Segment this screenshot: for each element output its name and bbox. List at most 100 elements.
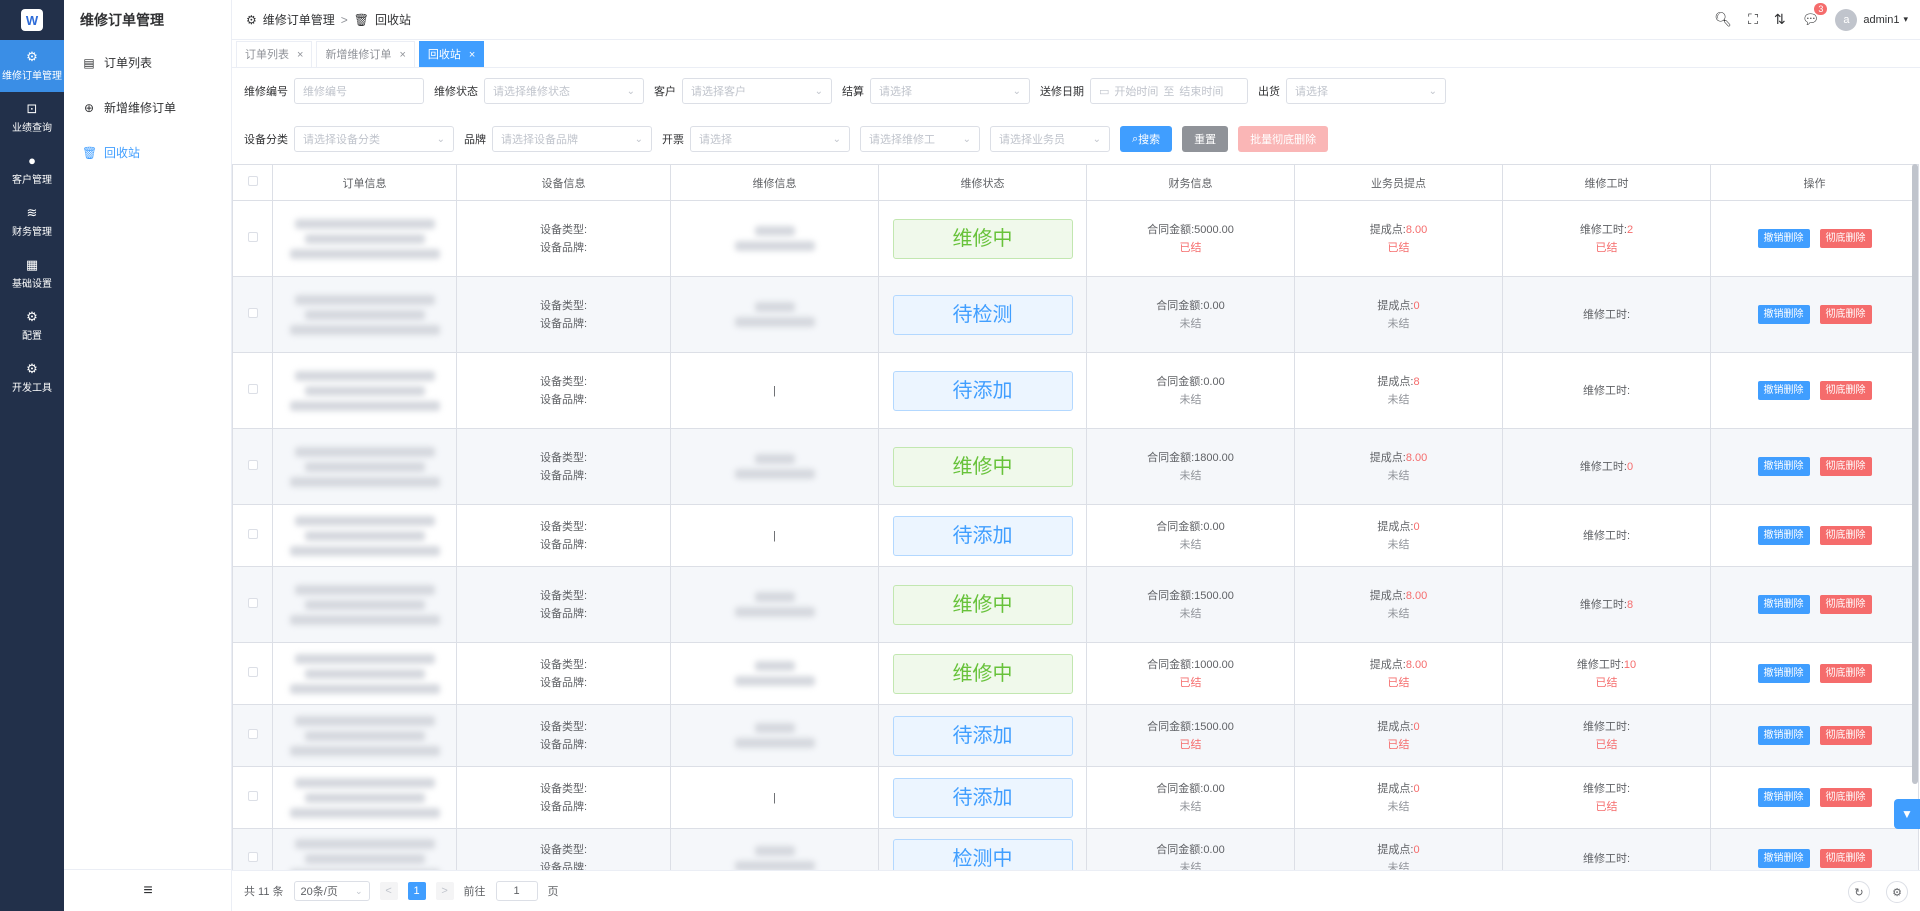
filter-input[interactable]: 请选择 ⌄ bbox=[690, 126, 850, 152]
message-icon[interactable]: 💬︎ 3 bbox=[1802, 3, 1828, 28]
commission-value: 8.00 bbox=[1405, 658, 1428, 671]
prev-page-button[interactable]: < bbox=[379, 882, 398, 900]
goto-page-input[interactable]: 1 bbox=[495, 881, 538, 901]
page-size-select[interactable]: 20条/页 ⌄ bbox=[293, 881, 370, 901]
contract-amount: 0.00 bbox=[1203, 375, 1225, 388]
row-checkbox[interactable] bbox=[247, 460, 258, 470]
rail-item[interactable]: ▦ 基础设置 bbox=[0, 248, 64, 300]
submenu-item[interactable]: ⊕ 新增维修订单 bbox=[64, 85, 231, 130]
select-all-checkbox[interactable] bbox=[247, 176, 258, 186]
permanent-delete-button[interactable]: 彻底删除 bbox=[1819, 305, 1872, 324]
layout-icon[interactable]: ⇅ bbox=[1774, 11, 1786, 28]
row-select-cell[interactable] bbox=[232, 766, 273, 829]
undo-delete-button[interactable]: 撤销删除 bbox=[1757, 664, 1810, 683]
user-menu[interactable]: a admin1 ▾ bbox=[1835, 8, 1908, 31]
undo-delete-button[interactable]: 撤销删除 bbox=[1757, 726, 1810, 745]
search-icon[interactable]: 🔍︎ bbox=[1714, 11, 1732, 28]
gear-icon: ⚙ bbox=[26, 49, 38, 64]
row-select-cell[interactable] bbox=[232, 828, 273, 870]
rail-item[interactable]: ⚙ 配置 bbox=[0, 300, 64, 352]
row-select-cell[interactable] bbox=[232, 276, 273, 353]
batch-delete-button[interactable]: 批量彻底删除 bbox=[1238, 126, 1329, 152]
close-icon[interactable]: × bbox=[469, 42, 475, 68]
calendar-icon: ▭ bbox=[1099, 85, 1110, 98]
row-select-cell[interactable] bbox=[232, 352, 273, 429]
undo-delete-button[interactable]: 撤销删除 bbox=[1757, 381, 1810, 400]
rail-item[interactable]: ⊡ 业绩查询 bbox=[0, 92, 64, 144]
filter-input[interactable]: 请选择维修工 ⌄ bbox=[860, 126, 980, 152]
row-checkbox[interactable] bbox=[247, 667, 258, 677]
row-checkbox[interactable] bbox=[247, 791, 258, 801]
filter-input[interactable]: 请选择 ⌄ bbox=[870, 78, 1030, 104]
filter-input[interactable]: 维修编号 bbox=[294, 78, 424, 104]
tab[interactable]: 订单列表 × bbox=[236, 41, 313, 68]
select-all-cell[interactable] bbox=[232, 164, 273, 201]
fullscreen-icon[interactable]: ⛶ bbox=[1748, 11, 1758, 28]
collapse-menu-icon[interactable]: ≡ bbox=[64, 869, 232, 911]
row-select-cell[interactable] bbox=[232, 704, 273, 767]
breadcrumb-root[interactable]: 维修订单管理 bbox=[263, 11, 335, 28]
row-checkbox[interactable] bbox=[247, 308, 258, 318]
permanent-delete-button[interactable]: 彻底删除 bbox=[1819, 726, 1872, 745]
refresh-icon[interactable]: ↻ bbox=[1848, 881, 1870, 903]
rail-item[interactable]: ⚙ 开发工具 bbox=[0, 352, 64, 404]
row-checkbox[interactable] bbox=[247, 852, 258, 862]
row-select-cell[interactable] bbox=[232, 200, 273, 277]
next-page-button[interactable]: > bbox=[435, 882, 454, 900]
ship-select[interactable]: 请选择 ⌄ bbox=[1286, 78, 1446, 104]
undo-delete-button[interactable]: 撤销删除 bbox=[1757, 788, 1810, 807]
filter-input[interactable]: 请选择设备品牌 ⌄ bbox=[492, 126, 652, 152]
filter-input[interactable]: 请选择业务员 ⌄ bbox=[990, 126, 1110, 152]
floating-tool-icon[interactable]: ▼ bbox=[1894, 799, 1920, 829]
close-icon[interactable]: × bbox=[297, 42, 303, 68]
submenu-item[interactable]: 🗑 回收站 bbox=[64, 130, 231, 175]
permanent-delete-button[interactable]: 彻底删除 bbox=[1819, 788, 1872, 807]
undo-delete-button[interactable]: 撤销删除 bbox=[1757, 526, 1810, 545]
search-button[interactable]: ⌕ 搜索 bbox=[1120, 126, 1173, 152]
permanent-delete-button[interactable]: 彻底删除 bbox=[1819, 526, 1872, 545]
undo-delete-button[interactable]: 撤销删除 bbox=[1757, 849, 1810, 868]
redacted-block bbox=[304, 599, 425, 610]
rail-item[interactable]: ● 客户管理 bbox=[0, 144, 64, 196]
tab[interactable]: 新增维修订单 × bbox=[316, 41, 415, 68]
row-checkbox[interactable] bbox=[247, 232, 258, 242]
date-range-picker[interactable]: ▭ 开始时间至结束时间 bbox=[1090, 78, 1248, 104]
undo-delete-button[interactable]: 撤销删除 bbox=[1757, 305, 1810, 324]
settings-icon[interactable]: ⚙ bbox=[1886, 881, 1908, 903]
hours-line: 维修工时:0 bbox=[1503, 458, 1710, 476]
repair-info-redacted bbox=[671, 454, 878, 479]
permanent-delete-button[interactable]: 彻底删除 bbox=[1819, 229, 1872, 248]
permanent-delete-button[interactable]: 彻底删除 bbox=[1819, 381, 1872, 400]
permanent-delete-button[interactable]: 彻底删除 bbox=[1819, 849, 1872, 868]
submenu-item[interactable]: ▤ 订单列表 bbox=[64, 40, 231, 85]
finance-cell: 合同金额:0.00 未结 bbox=[1086, 352, 1295, 429]
table-scrollbar[interactable] bbox=[1912, 164, 1918, 784]
permanent-delete-button[interactable]: 彻底删除 bbox=[1819, 664, 1872, 683]
filter-input[interactable]: 请选择维修状态 ⌄ bbox=[484, 78, 644, 104]
close-icon[interactable]: × bbox=[399, 42, 405, 68]
row-select-cell[interactable] bbox=[232, 504, 273, 567]
permanent-delete-button[interactable]: 彻底删除 bbox=[1819, 457, 1872, 476]
undo-delete-button[interactable]: 撤销删除 bbox=[1757, 229, 1810, 248]
row-checkbox[interactable] bbox=[247, 529, 258, 539]
reset-button[interactable]: 重置 bbox=[1182, 126, 1229, 152]
rail-item[interactable]: ≋ 财务管理 bbox=[0, 196, 64, 248]
row-checkbox[interactable] bbox=[247, 598, 258, 608]
undo-delete-button[interactable]: 撤销删除 bbox=[1757, 457, 1810, 476]
app-logo[interactable]: W bbox=[0, 0, 64, 40]
device-info-cell: 设备类型: 设备品牌: bbox=[456, 352, 671, 429]
tab-label: 新增维修订单 bbox=[325, 48, 392, 61]
commission-line: 提成点:0 bbox=[1295, 297, 1502, 315]
tab[interactable]: 回收站 × bbox=[418, 41, 485, 68]
row-select-cell[interactable] bbox=[232, 566, 273, 643]
filter-input[interactable]: 请选择客户 ⌄ bbox=[682, 78, 832, 104]
permanent-delete-button[interactable]: 彻底删除 bbox=[1819, 595, 1872, 614]
filter-input[interactable]: 请选择设备分类 ⌄ bbox=[294, 126, 454, 152]
undo-delete-button[interactable]: 撤销删除 bbox=[1757, 595, 1810, 614]
rail-item[interactable]: ⚙ 维修订单管理 bbox=[0, 40, 64, 92]
row-checkbox[interactable] bbox=[247, 384, 258, 394]
row-select-cell[interactable] bbox=[232, 428, 273, 505]
page-number[interactable]: 1 bbox=[407, 882, 426, 900]
row-checkbox[interactable] bbox=[247, 729, 258, 739]
row-select-cell[interactable] bbox=[232, 642, 273, 705]
